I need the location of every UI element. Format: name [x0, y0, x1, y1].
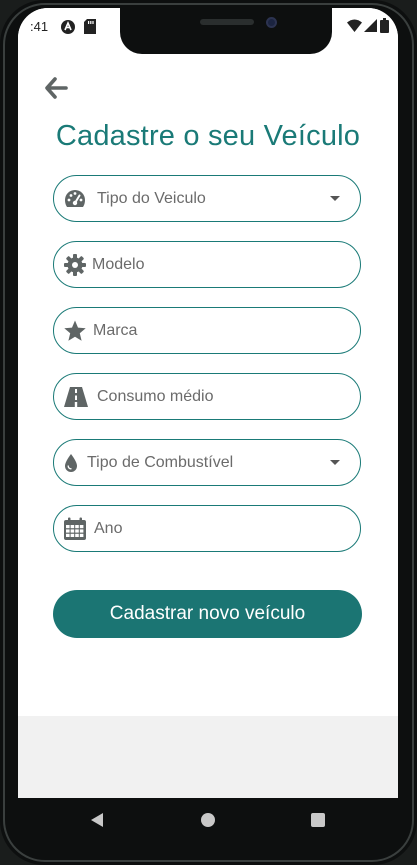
lower-background [18, 716, 398, 798]
year-placeholder: Ano [94, 520, 123, 537]
gear-icon [63, 253, 87, 277]
chevron-down-icon [330, 460, 340, 465]
speaker-grille [200, 19, 254, 25]
avg-consumption-input[interactable]: Consumo médio [53, 373, 361, 420]
status-time: :41 [30, 19, 49, 34]
fuel-type-placeholder: Tipo de Combustível [87, 454, 234, 471]
nav-home-icon[interactable] [201, 813, 215, 827]
wifi-icon [347, 19, 362, 35]
vehicle-type-placeholder: Tipo do Veiculo [97, 190, 206, 207]
fuel-drop-icon [63, 451, 87, 475]
year-input[interactable]: Ano [53, 505, 361, 552]
back-button[interactable] [43, 75, 69, 101]
camera-notch [120, 8, 332, 54]
model-placeholder: Modelo [92, 256, 145, 273]
star-icon [63, 319, 87, 343]
calendar-icon [63, 517, 87, 541]
speedometer-icon [63, 187, 87, 211]
vehicle-type-dropdown[interactable]: Tipo do Veiculo [53, 175, 361, 222]
nav-back-icon[interactable] [90, 812, 104, 833]
road-icon [63, 385, 88, 409]
signal-icon [364, 19, 377, 35]
front-camera [266, 17, 277, 28]
arrow-left-icon [45, 77, 68, 99]
page-title: Cadastre o seu Veículo [55, 120, 361, 152]
battery-icon [380, 18, 389, 36]
phone-frame: :41 Cadastre o seu Veículo Tipo do Veicu… [0, 0, 417, 865]
chevron-down-icon [330, 196, 340, 201]
app-content: :41 Cadastre o seu Veículo Tipo do Veicu… [18, 8, 398, 716]
system-nav-bar [0, 798, 417, 865]
android-icon [60, 19, 76, 38]
nav-recents-icon[interactable] [311, 813, 325, 827]
brand-placeholder: Marca [93, 322, 138, 339]
avg-consumption-placeholder: Consumo médio [97, 388, 214, 405]
register-vehicle-button[interactable]: Cadastrar novo veículo [53, 590, 362, 638]
sd-card-icon [84, 19, 96, 37]
screen: :41 Cadastre o seu Veículo Tipo do Veicu… [18, 8, 398, 798]
fuel-type-dropdown[interactable]: Tipo de Combustível [53, 439, 361, 486]
model-input[interactable]: Modelo [53, 241, 361, 288]
brand-input[interactable]: Marca [53, 307, 361, 354]
